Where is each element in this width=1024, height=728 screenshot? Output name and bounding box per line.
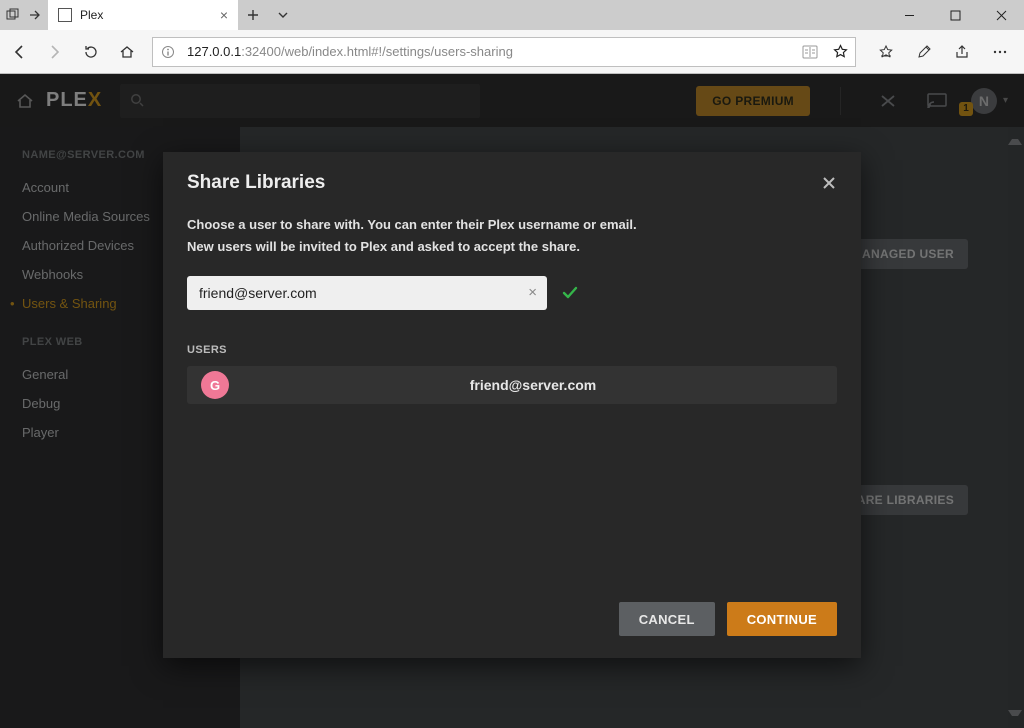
clear-input-icon[interactable]: × bbox=[528, 284, 537, 301]
page-icon bbox=[58, 8, 72, 22]
input-valid-icon bbox=[561, 284, 579, 302]
url-text: 127.0.0.1:32400/web/index.html#!/setting… bbox=[183, 44, 795, 59]
modal-overlay: Share Libraries Choose a user to share w… bbox=[0, 74, 1024, 728]
nav-refresh-button[interactable] bbox=[80, 41, 102, 63]
window-titlebar: Plex × bbox=[0, 0, 1024, 30]
url-rest: :32400/web/index.html#!/settings/users-s… bbox=[241, 44, 513, 59]
modal-body: Choose a user to share with. You can ent… bbox=[163, 202, 861, 584]
share-libraries-modal: Share Libraries Choose a user to share w… bbox=[163, 152, 861, 658]
modal-title: Share Libraries bbox=[187, 172, 325, 194]
share-icon[interactable] bbox=[952, 41, 972, 63]
tab-close-icon[interactable]: × bbox=[220, 7, 228, 23]
share-user-field: × bbox=[187, 276, 547, 310]
modal-header: Share Libraries bbox=[163, 152, 861, 202]
favorite-icon[interactable] bbox=[825, 44, 855, 59]
browser-tab[interactable]: Plex × bbox=[48, 0, 238, 30]
browser-toolbar: 127.0.0.1:32400/web/index.html#!/setting… bbox=[0, 30, 1024, 74]
modal-close-button[interactable] bbox=[821, 175, 837, 191]
modal-footer: CANCEL CONTINUE bbox=[163, 584, 861, 658]
tab-title: Plex bbox=[80, 8, 103, 22]
share-input-row: × bbox=[187, 276, 837, 310]
more-icon[interactable] bbox=[990, 41, 1010, 63]
cascade-icon bbox=[6, 8, 20, 22]
tabs-dropdown-icon[interactable] bbox=[268, 0, 298, 30]
user-avatar: G bbox=[201, 371, 229, 399]
user-result-row[interactable]: G friend@server.com bbox=[187, 366, 837, 404]
favorites-hub-icon[interactable] bbox=[876, 41, 896, 63]
continue-label: CONTINUE bbox=[747, 612, 817, 627]
reading-view-icon[interactable] bbox=[795, 45, 825, 59]
notes-icon[interactable] bbox=[914, 41, 934, 63]
modal-instruction-2: New users will be invited to Plex and as… bbox=[187, 236, 837, 258]
titlebar-left-icons bbox=[0, 0, 48, 30]
window-minimize-button[interactable] bbox=[886, 0, 932, 30]
plex-app: PLEX GO PREMIUM 1 N ▾ NAME@SERVER.COM Ac… bbox=[0, 74, 1024, 728]
window-close-button[interactable] bbox=[978, 0, 1024, 30]
toolbar-right-icons bbox=[870, 41, 1016, 63]
nav-forward-button[interactable] bbox=[44, 41, 66, 63]
cancel-button[interactable]: CANCEL bbox=[619, 602, 715, 636]
url-host: 127.0.0.1 bbox=[187, 44, 241, 59]
cancel-label: CANCEL bbox=[639, 612, 695, 627]
nav-home-button[interactable] bbox=[116, 41, 138, 63]
continue-button[interactable]: CONTINUE bbox=[727, 602, 837, 636]
user-avatar-letter: G bbox=[210, 378, 220, 393]
address-bar[interactable]: 127.0.0.1:32400/web/index.html#!/setting… bbox=[152, 37, 856, 67]
site-info-icon[interactable] bbox=[153, 45, 183, 59]
share-user-input[interactable] bbox=[187, 276, 547, 310]
user-email: friend@server.com bbox=[243, 377, 823, 393]
new-tab-button[interactable] bbox=[238, 0, 268, 30]
window-maximize-button[interactable] bbox=[932, 0, 978, 30]
users-section-label: USERS bbox=[187, 344, 837, 356]
nav-back-button[interactable] bbox=[8, 41, 30, 63]
modal-instruction-1: Choose a user to share with. You can ent… bbox=[187, 214, 837, 236]
close-icon bbox=[821, 175, 837, 191]
arrow-out-icon bbox=[28, 8, 42, 22]
